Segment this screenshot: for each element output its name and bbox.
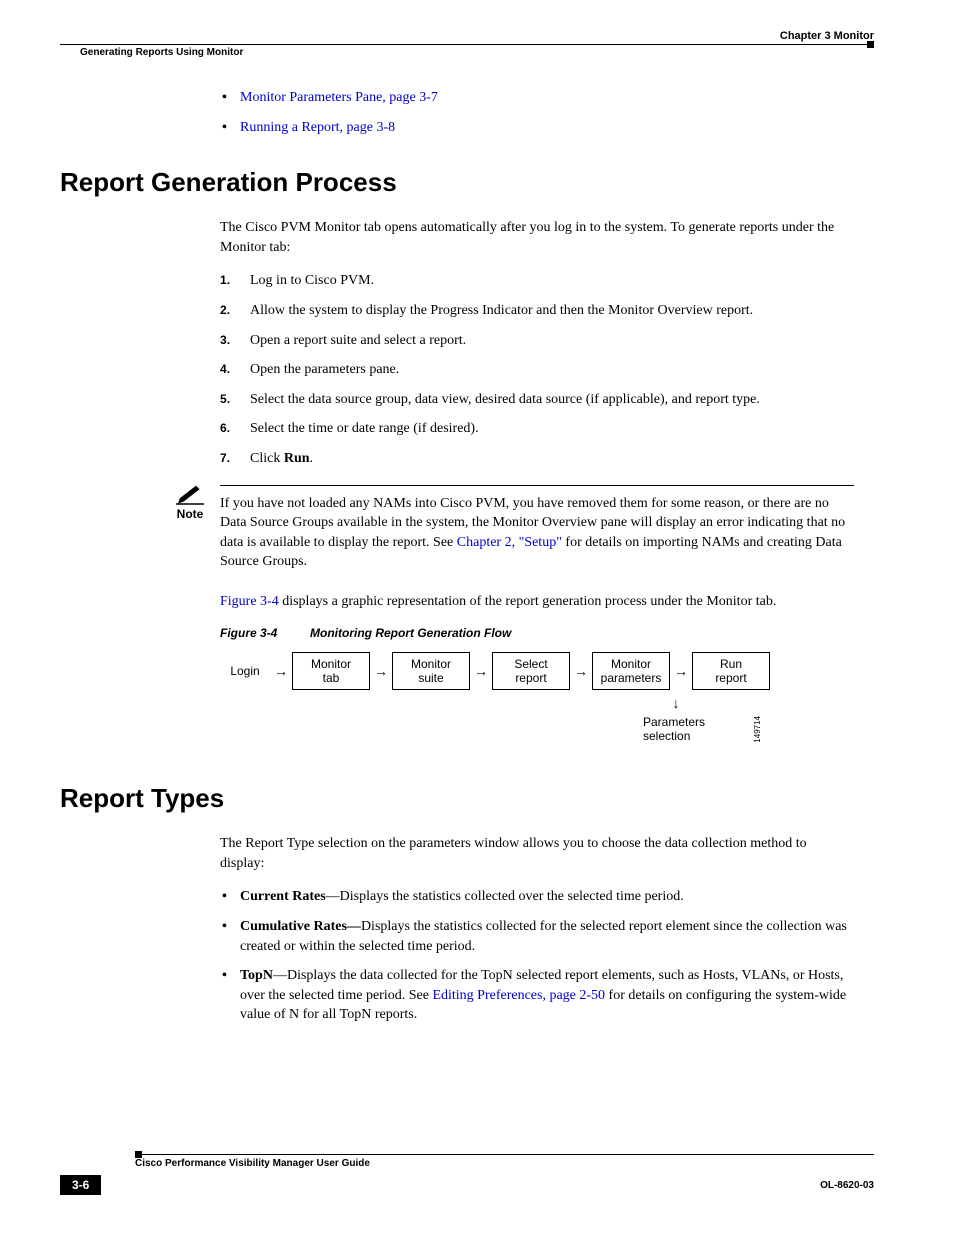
link-running-report[interactable]: Running a Report, page 3-8 — [220, 118, 854, 138]
figure-caption: Figure 3-4Monitoring Report Generation F… — [220, 626, 854, 640]
header-section: Generating Reports Using Monitor — [80, 47, 874, 58]
link-chapter2[interactable]: Chapter 2, "Setup" — [457, 535, 562, 550]
page: Chapter 3 Monitor Generating Reports Usi… — [0, 0, 954, 1235]
section2-intro: The Report Type selection on the paramet… — [220, 834, 854, 873]
step-6: Select the time or date range (if desire… — [220, 419, 854, 439]
flow-box-params-selection: Parametersselection — [643, 715, 723, 743]
step-4: Open the parameters pane. — [220, 360, 854, 380]
pencil-icon — [176, 485, 204, 505]
report-types-list: Current Rates—Displays the statistics co… — [220, 887, 854, 1025]
item-current-rates: Current Rates—Displays the statistics co… — [220, 887, 854, 907]
heading-report-types: Report Types — [60, 783, 874, 814]
step-3: Open a report suite and select a report. — [220, 331, 854, 351]
flow-diagram-row2: ↓ — [643, 696, 854, 711]
note-text: If you have not loaded any NAMs into Cis… — [220, 485, 854, 572]
arrow-icon: → — [474, 664, 488, 678]
step-2: Allow the system to display the Progress… — [220, 301, 854, 321]
section1-intro: The Cisco PVM Monitor tab opens automati… — [220, 218, 854, 257]
link-editing-prefs[interactable]: Editing Preferences, page 2-50 — [432, 988, 605, 1003]
arrow-icon: → — [274, 664, 288, 678]
footer: Cisco Performance Visibility Manager Use… — [60, 1154, 874, 1195]
flow-box-run-report: Runreport — [692, 652, 770, 691]
arrow-icon: → — [574, 664, 588, 678]
arrow-down-icon: ↓ — [673, 695, 680, 711]
item-cumulative-rates: Cumulative Rates—Displays the statistics… — [220, 917, 854, 956]
footer-guide-title: Cisco Performance Visibility Manager Use… — [135, 1158, 874, 1169]
flow-box-monitor-tab: Monitortab — [292, 652, 370, 691]
figure-ref-text: Figure 3-4 displays a graphic representa… — [220, 592, 854, 612]
step-1: Log in to Cisco PVM. — [220, 271, 854, 291]
note-block: Note If you have not loaded any NAMs int… — [160, 485, 854, 572]
note-label: Note — [160, 507, 220, 521]
step-7: Click Run. — [220, 449, 854, 469]
page-number: 3-6 — [60, 1175, 101, 1195]
flow-diagram-row2b: Parametersselection 149714 — [643, 715, 854, 743]
flow-diagram: Login → Monitortab → Monitorsuite → Sele… — [220, 652, 854, 691]
link-figure-3-4[interactable]: Figure 3-4 — [220, 594, 279, 609]
flow-box-monitor-params: Monitorparameters — [592, 652, 670, 691]
header-chapter: Chapter 3 Monitor — [60, 30, 874, 42]
arrow-icon: → — [374, 664, 388, 678]
footer-doc-id: OL-8620-03 — [820, 1180, 874, 1191]
steps-list: Log in to Cisco PVM. Allow the system to… — [220, 271, 854, 468]
heading-report-generation: Report Generation Process — [60, 167, 874, 198]
step-5: Select the data source group, data view,… — [220, 390, 854, 410]
flow-box-monitor-suite: Monitorsuite — [392, 652, 470, 691]
arrow-icon: → — [674, 664, 688, 678]
link-monitor-params[interactable]: Monitor Parameters Pane, page 3-7 — [220, 88, 854, 108]
flow-login: Login — [220, 664, 270, 678]
flow-box-select-report: Selectreport — [492, 652, 570, 691]
header-rule — [60, 44, 874, 45]
figure-image-id: 149714 — [753, 716, 762, 743]
item-topn: TopN—Displays the data collected for the… — [220, 966, 854, 1025]
intro-links: Monitor Parameters Pane, page 3-7 Runnin… — [220, 88, 854, 137]
